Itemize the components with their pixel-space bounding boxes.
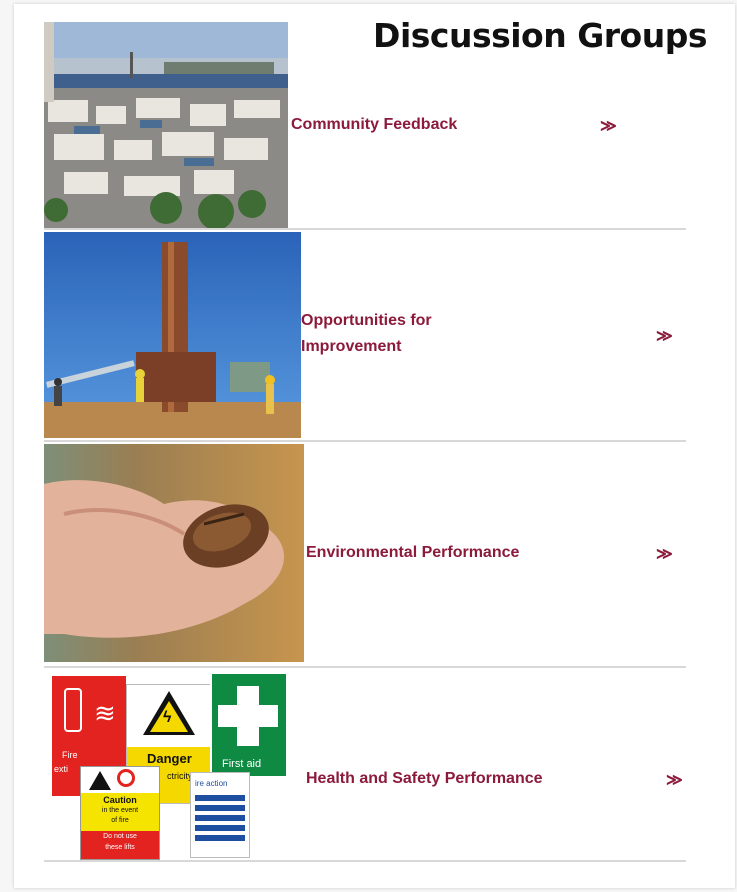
sign-text: ire action	[195, 779, 228, 788]
sign-text: First aid	[222, 758, 262, 770]
sign-text: Fire	[62, 750, 78, 760]
group-row-health-safety[interactable]: ≋ Fire exti ϟ Danger ctricity First aid …	[44, 670, 686, 862]
chevron-right-icon[interactable]: ≫	[600, 116, 617, 136]
divider	[44, 666, 686, 668]
group-row-environmental[interactable]: Environmental Performance ≫	[44, 444, 686, 668]
chevron-right-icon[interactable]: ≫	[666, 770, 683, 790]
harbour-town-photo	[44, 22, 288, 228]
divider	[44, 860, 686, 862]
safety-signs-photo: ≋ Fire exti ϟ Danger ctricity First aid …	[44, 670, 294, 860]
sign-text: of fire	[111, 817, 129, 824]
warning-triangle-icon	[89, 771, 111, 790]
group-row-community-feedback[interactable]: Community Feedback ≫	[44, 22, 686, 230]
sign-text: Danger	[147, 751, 192, 766]
group-label[interactable]: Community Feedback	[291, 112, 457, 138]
chevron-right-icon[interactable]: ≫	[656, 544, 673, 564]
divider	[44, 228, 686, 230]
flame-icon: ≋	[94, 698, 116, 728]
fire-action-sign: ire action	[190, 772, 250, 858]
group-row-opportunities[interactable]: Opportunities for Improvement ≫	[44, 232, 686, 442]
caution-sign: Caution in the event of fire Do not use …	[80, 766, 160, 860]
chevron-right-icon[interactable]: ≫	[656, 326, 673, 346]
sign-text: exti	[54, 764, 69, 774]
sign-text: Caution	[103, 795, 137, 805]
sign-text: in the event	[101, 807, 139, 814]
drilling-rig-photo	[44, 232, 301, 438]
sign-text: these lifts	[105, 844, 135, 851]
first-aid-sign: First aid	[210, 672, 288, 778]
group-label[interactable]: Environmental Performance	[306, 540, 519, 566]
sign-text: ctricity	[167, 771, 193, 781]
group-label[interactable]: Opportunities for Improvement	[301, 308, 501, 360]
sign-text: Do not use	[103, 833, 137, 840]
group-label[interactable]: Health and Safety Performance	[306, 766, 543, 792]
divider	[44, 440, 686, 442]
rock-in-hand-photo	[44, 444, 304, 662]
